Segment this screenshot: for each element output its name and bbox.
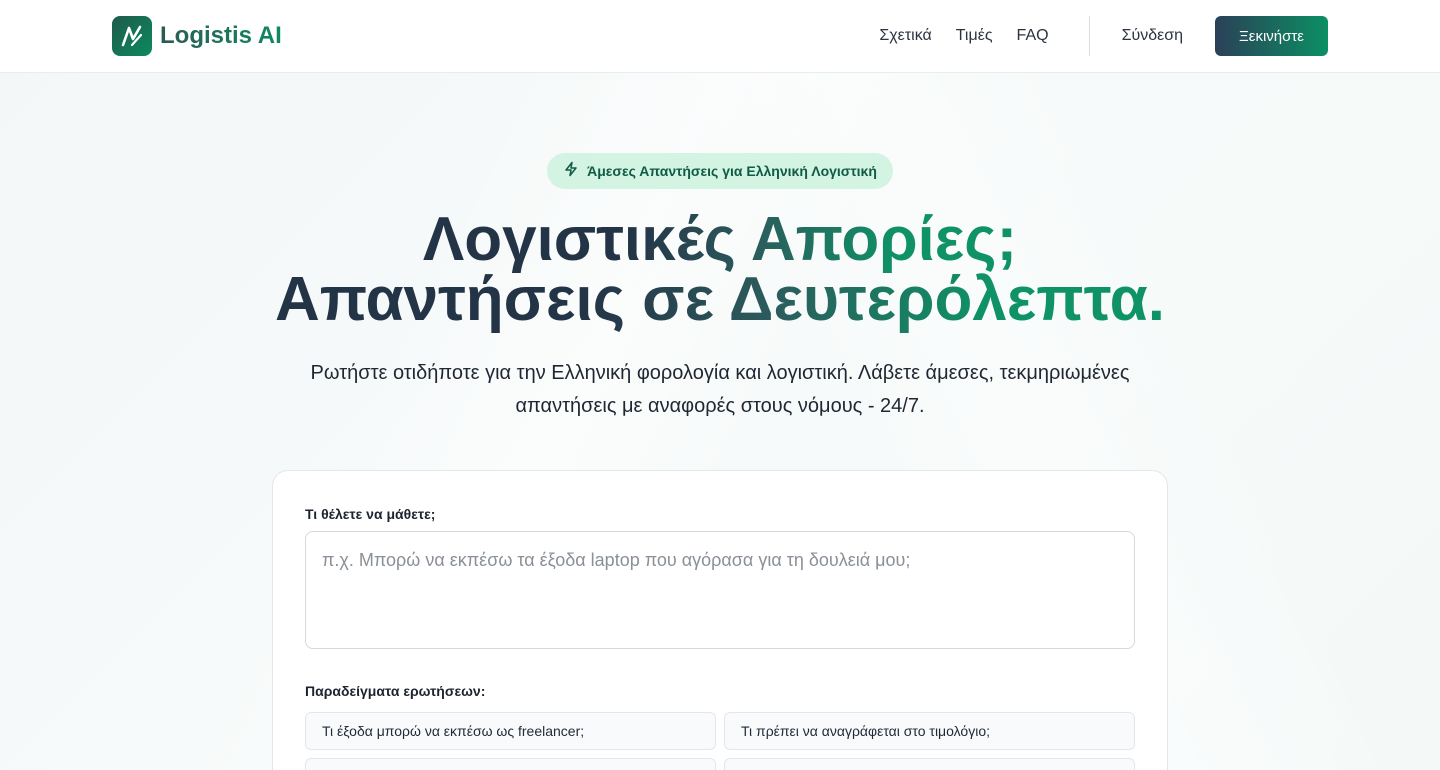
hero-subtitle-line1: Ρωτήστε οτιδήποτε για την Ελληνική φορολ… bbox=[310, 362, 1130, 384]
example-questions: Τι έξοδα μπορώ να εκπέσω ως freelancer; … bbox=[305, 712, 1135, 770]
hero-title-line1: Λογιστικές Απορίες; bbox=[422, 205, 1018, 274]
examples-label: Παραδείγματα ερωτήσεων: bbox=[305, 683, 486, 699]
main-nav: Σχετικά Τιμές FAQ Σύνδεση Ξεκινήστε bbox=[879, 16, 1328, 56]
example-question-3[interactable] bbox=[305, 758, 716, 770]
question-input[interactable] bbox=[305, 531, 1135, 649]
brand-name: Logistis AI bbox=[160, 22, 282, 49]
question-label: Τι θέλετε να μάθετε; bbox=[305, 506, 436, 522]
hero-subtitle: Ρωτήστε οτιδήποτε για την Ελληνική φορολ… bbox=[300, 357, 1140, 423]
example-question-1[interactable]: Τι έξοδα μπορώ να εκπέσω ως freelancer; bbox=[305, 712, 716, 750]
hero-subtitle-line2: απαντήσεις με αναφορές στους νόμους - 24… bbox=[515, 395, 925, 417]
page: Logistis AI Σχετικά Τιμές FAQ Σύνδεση Ξε… bbox=[0, 0, 1440, 770]
login-link[interactable]: Σύνδεση bbox=[1122, 27, 1183, 45]
brand-logo-link[interactable]: Logistis AI bbox=[112, 16, 282, 56]
lightning-icon bbox=[563, 161, 579, 182]
hero-badge: Άμεσες Απαντήσεις για Ελληνική Λογιστική bbox=[547, 153, 893, 189]
get-started-button[interactable]: Ξεκινήστε bbox=[1215, 16, 1328, 56]
nav-link-faq[interactable]: FAQ bbox=[1017, 27, 1049, 45]
nav-divider bbox=[1088, 16, 1090, 56]
example-question-2[interactable]: Τι πρέπει να αναγράφεται στο τιμολόγιο; bbox=[724, 712, 1135, 750]
logo-icon bbox=[112, 16, 152, 56]
nav-link-about[interactable]: Σχετικά bbox=[879, 27, 931, 45]
example-question-4[interactable] bbox=[724, 758, 1135, 770]
question-card: Τι θέλετε να μάθετε; Παραδείγματα ερωτήσ… bbox=[272, 470, 1168, 770]
hero-title-line2: Απαντήσεις σε Δευτερόλεπτα. bbox=[274, 265, 1165, 334]
nav-link-pricing[interactable]: Τιμές bbox=[956, 27, 993, 45]
top-header: Logistis AI Σχετικά Τιμές FAQ Σύνδεση Ξε… bbox=[0, 0, 1440, 73]
badge-label: Άμεσες Απαντήσεις για Ελληνική Λογιστική bbox=[587, 163, 877, 179]
hero-title: Λογιστικές Απορίες; Απαντήσεις σε Δευτερ… bbox=[0, 209, 1440, 331]
